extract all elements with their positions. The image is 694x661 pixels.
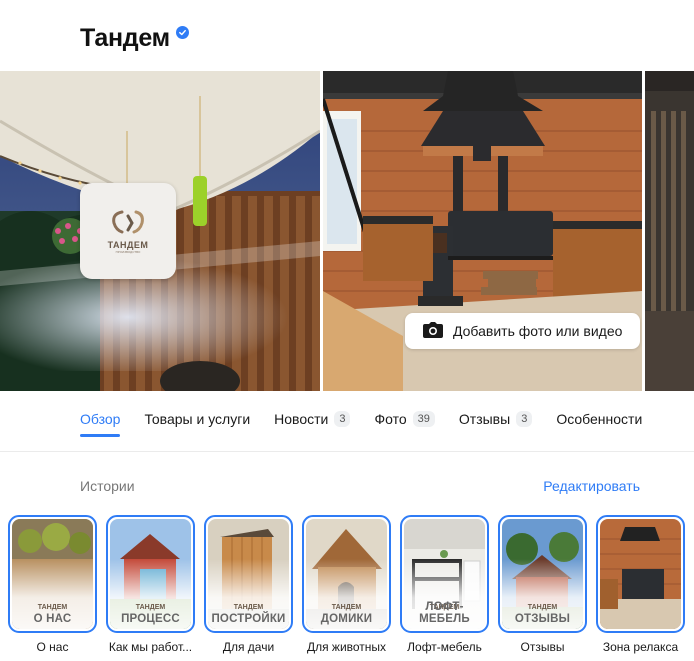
story-badge: ПОСТРОЙКИ [211, 613, 286, 625]
story-logo: ТАНДЕМ [527, 604, 558, 611]
story-logo: ТАНДЕМ [135, 604, 166, 611]
business-header: Тандем [80, 24, 189, 53]
story-badge: ЛОФТ-МЕБЕЛЬ [419, 601, 470, 625]
logo-mark-icon [112, 210, 144, 234]
story-thumbnail: ТАНДЕМ ПОСТРОЙКИ [204, 515, 293, 633]
story-logo: ТАНДЕМ [233, 604, 264, 611]
story-buildings[interactable]: ТАНДЕМ ПОСТРОЙКИ Для дачи [204, 515, 293, 654]
tab-label: Обзор [80, 411, 121, 427]
story-loft-furniture[interactable]: ТАНДЕМ ЛОФТ-МЕБЕЛЬ Лофт-мебель [400, 515, 489, 654]
business-logo[interactable]: ТАНДЕМ ПРОИЗВОДСТВО [80, 183, 176, 279]
story-badge: ДОМИКИ [320, 613, 373, 625]
stories-list: ТАНДЕМ О НАС О нас ТАНДЕМ ПРОЦЕСС Как мы… [8, 515, 685, 654]
stories-title: Истории [80, 478, 135, 494]
story-badge: ПРОЦЕСС [121, 613, 180, 625]
add-photo-label: Добавить фото или видео [453, 323, 623, 339]
story-process[interactable]: ТАНДЕМ ПРОЦЕСС Как мы работ... [106, 515, 195, 654]
business-title: Тандем [80, 24, 170, 52]
tab-products-services[interactable]: Товары и услуги [144, 408, 250, 430]
tab-count-badge: 39 [412, 411, 435, 427]
edit-stories-link[interactable]: Редактировать [543, 478, 640, 494]
tab-label: Отзывы [458, 411, 511, 427]
tab-photos[interactable]: Фото 39 [374, 408, 435, 430]
tab-label: Фото [374, 411, 407, 427]
verified-badge-icon [175, 26, 189, 39]
story-logo: ТАНДЕМ [331, 604, 362, 611]
story-thumbnail [596, 515, 685, 633]
story-badge: О НАС [33, 613, 72, 625]
story-houses[interactable]: ТАНДЕМ ДОМИКИ Для животных [302, 515, 391, 654]
story-label: Для дачи [222, 640, 275, 654]
tab-bar: Обзор Товары и услуги Новости 3 Фото 39 … [80, 408, 666, 438]
tabs-divider [0, 451, 694, 452]
story-label: Зона релакса [602, 640, 679, 654]
tab-count-badge: 3 [516, 411, 533, 427]
story-thumbnail: ТАНДЕМ О НАС [8, 515, 97, 633]
story-about[interactable]: ТАНДЕМ О НАС О нас [8, 515, 97, 654]
story-logo: ТАНДЕМ [37, 604, 68, 611]
story-thumbnail: ТАНДЕМ ОТЗЫВЫ [498, 515, 587, 633]
story-thumbnail: ТАНДЕМ ПРОЦЕСС [106, 515, 195, 633]
tab-overview[interactable]: Обзор [80, 408, 121, 437]
story-reviews[interactable]: ТАНДЕМ ОТЗЫВЫ Отзывы [498, 515, 587, 654]
tab-news[interactable]: Новости 3 [274, 408, 351, 430]
stories-header: Истории Редактировать [80, 478, 640, 494]
tab-label: Особенности [556, 411, 643, 427]
story-label: Для животных [306, 640, 387, 654]
tab-reviews[interactable]: Отзывы 3 [458, 408, 533, 430]
story-label: Отзывы [520, 640, 565, 654]
add-photo-button[interactable]: Добавить фото или видео [405, 313, 640, 349]
tab-features[interactable]: Особенности [556, 408, 642, 430]
gallery-photo-partial[interactable] [645, 71, 694, 391]
story-label: О нас [36, 640, 69, 654]
story-label: Как мы работ... [108, 640, 193, 654]
tab-label: Новости [274, 411, 329, 427]
story-relax-zone[interactable]: Зона релакса [596, 515, 685, 654]
logo-name: ТАНДЕМ [107, 240, 149, 250]
story-thumbnail: ТАНДЕМ ЛОФТ-МЕБЕЛЬ [400, 515, 489, 633]
tab-count-badge: 3 [334, 411, 351, 427]
story-badge: ОТЗЫВЫ [514, 613, 571, 625]
story-thumbnail: ТАНДЕМ ДОМИКИ [302, 515, 391, 633]
story-label: Лофт-мебель [407, 640, 482, 654]
tab-label: Товары и услуги [144, 411, 251, 427]
camera-icon [423, 321, 443, 341]
logo-tagline: ПРОИЗВОДСТВО [115, 250, 141, 254]
